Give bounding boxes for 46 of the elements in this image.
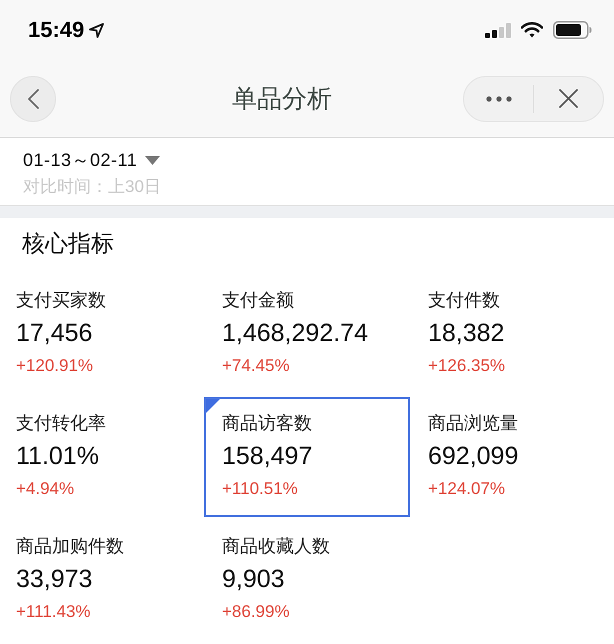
wifi-icon	[521, 22, 543, 38]
more-icon	[486, 96, 512, 102]
page-title: 单品分析	[232, 84, 332, 114]
metric-change: +120.91%	[16, 355, 94, 377]
back-button[interactable]	[10, 76, 56, 122]
location-arrow-icon	[89, 22, 104, 38]
metric-change: +124.07%	[428, 478, 506, 500]
metric-value: 17,456	[16, 318, 92, 349]
metric-value: 33,973	[16, 564, 92, 595]
metric-value: 11.01%	[16, 441, 99, 472]
metric-card[interactable]: 支付转化率 11.01% +4.94%	[0, 397, 204, 517]
close-icon	[559, 89, 578, 108]
back-icon	[28, 88, 38, 108]
metric-card[interactable]: 支付买家数 17,456 +120.91%	[0, 274, 204, 394]
caret-down-icon	[145, 156, 160, 164]
metric-change: +74.45%	[222, 355, 290, 377]
metric-value: 1,468,292.74	[222, 318, 368, 349]
metric-change: +86.99%	[222, 601, 290, 623]
metric-label: 商品浏览量	[428, 412, 518, 435]
metric-card[interactable]: 商品浏览量 692,099 +124.07%	[410, 397, 614, 517]
metric-card[interactable]: 商品收藏人数 9,903 +86.99%	[204, 520, 410, 640]
metric-label: 支付转化率	[16, 412, 106, 435]
metric-label: 支付买家数	[16, 289, 106, 312]
metric-card[interactable]: 支付金额 1,468,292.74 +74.45%	[204, 274, 410, 394]
metric-change: +110.51%	[222, 478, 298, 500]
metric-change: +126.35%	[428, 355, 506, 377]
metric-card[interactable]: 商品加购件数 33,973 +111.43%	[0, 520, 204, 640]
battery-icon	[553, 21, 592, 39]
metric-label: 支付件数	[428, 289, 500, 312]
metric-change: +111.43%	[16, 601, 91, 623]
metric-card[interactable]: 商品访客数 158,497 +110.51%	[204, 397, 410, 517]
metric-value: 18,382	[428, 318, 504, 349]
metric-card[interactable]: 支付件数 18,382 +126.35%	[410, 274, 614, 394]
metric-label: 商品收藏人数	[222, 535, 330, 558]
metric-value: 158,497	[222, 441, 312, 472]
signal-icon	[485, 22, 511, 38]
metric-change: +4.94%	[16, 478, 74, 500]
metric-label: 商品加购件数	[16, 535, 124, 558]
metric-value: 692,099	[428, 441, 518, 472]
selected-corner-icon	[206, 399, 220, 413]
metric-label: 商品访客数	[222, 412, 312, 435]
date-range-dropdown[interactable]: 01-13～02-11	[23, 148, 160, 172]
metric-value: 9,903	[222, 564, 285, 595]
status-time: 15:49	[28, 16, 84, 44]
section-title: 核心指标	[22, 229, 114, 258]
metric-label: 支付金额	[222, 289, 294, 312]
